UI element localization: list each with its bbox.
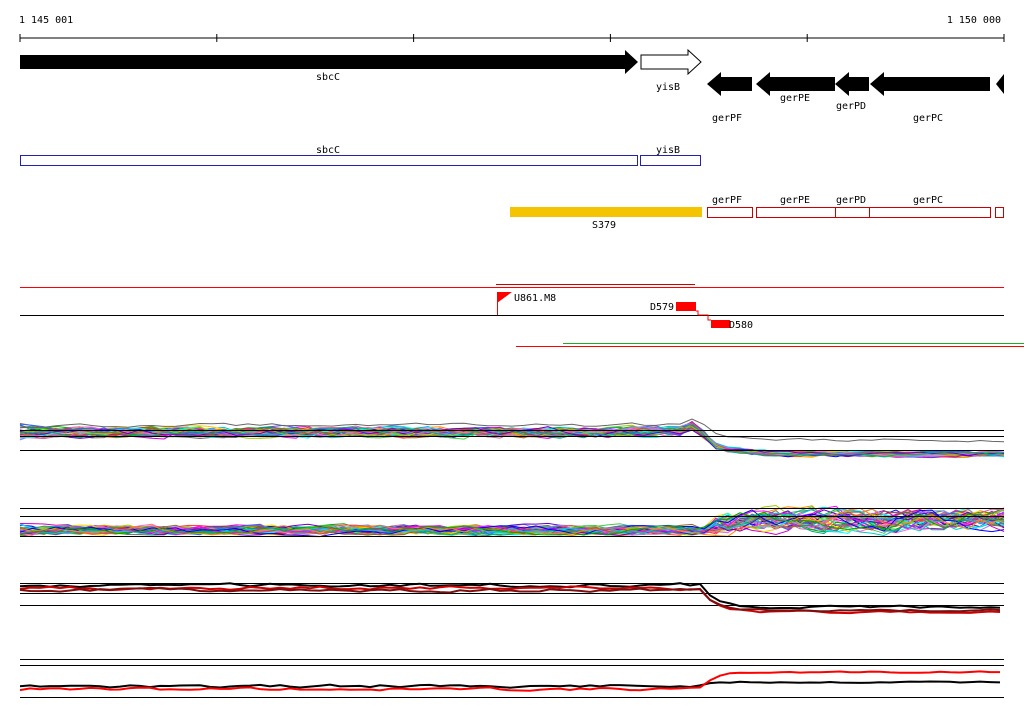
terminator-a-label: D579 <box>650 302 674 313</box>
operon-label: S379 <box>592 220 616 231</box>
expression-panel-forward <box>19 418 1005 459</box>
ruler-start-label: 1 145 001 <box>19 15 73 26</box>
cds-minus-label-gerpc: gerPC <box>913 195 943 206</box>
gene-arrow-partial[interactable] <box>996 74 1004 94</box>
summary-series-line <box>19 582 1001 610</box>
expression-summary-forward <box>19 582 1004 615</box>
cds-plus-label-sbcc: sbcC <box>316 145 340 156</box>
cds-plus-box-sbcc[interactable] <box>20 155 638 166</box>
feature-track: U861.M8 D579 D580 <box>20 284 1024 347</box>
gene-arrow-gerpf[interactable] <box>707 72 752 96</box>
cds-plus-box-yisb[interactable] <box>640 155 701 166</box>
gene-arrow-sbcc[interactable] <box>20 50 638 74</box>
ruler-end-label: 1 150 000 <box>947 15 1001 26</box>
cds-minus-box-partial[interactable] <box>995 207 1004 218</box>
gene-label-yisb: yisB <box>656 82 680 93</box>
terminator-b-label: D580 <box>729 320 753 331</box>
cds-minus-label-gerpe: gerPE <box>780 195 810 206</box>
cds-minus-box-gerpf[interactable] <box>707 207 753 218</box>
terminator-a-block[interactable] <box>676 302 696 311</box>
summary-series-line <box>19 680 1001 689</box>
promoter-flag[interactable] <box>497 292 512 315</box>
cds-minus-track: S379 gerPF gerPE gerPD gerPC <box>510 195 1004 231</box>
cds-minus-label-gerpd: gerPD <box>836 195 866 206</box>
gene-label-gerpd: gerPD <box>836 101 866 112</box>
gene-label-gerpc: gerPC <box>913 113 943 124</box>
operon-bar[interactable] <box>510 207 702 217</box>
terminator-b-block[interactable] <box>711 320 730 328</box>
cds-plus-label-yisb: yisB <box>656 145 680 156</box>
expression-summary-reverse <box>19 659 1004 698</box>
cds-minus-label-gerpf: gerPF <box>712 195 742 206</box>
gene-label-gerpe: gerPE <box>780 93 810 104</box>
gene-label-sbcc: sbcC <box>316 72 340 83</box>
gene-track: sbcC yisB gerPF gerPE gerPD gerPC <box>20 48 1004 124</box>
coordinate-ruler: 1 145 001 1 150 000 <box>19 15 1005 42</box>
promoter-flag-icon <box>497 292 512 303</box>
gene-arrow-gerpd[interactable] <box>835 72 869 96</box>
genome-browser-view: 1 145 001 1 150 000 sbcC yisB gerPF gerP… <box>19 15 1024 698</box>
expression-panel-reverse <box>19 504 1005 538</box>
summary-series-line <box>19 586 1001 613</box>
promoter-label: U861.M8 <box>514 293 556 304</box>
gene-label-gerpf: gerPF <box>712 113 742 124</box>
cds-minus-box-gerpe[interactable] <box>756 207 836 218</box>
gene-arrow-yisb[interactable] <box>640 48 702 76</box>
gene-arrow-gerpc[interactable] <box>870 72 990 96</box>
cds-plus-track: sbcC yisB <box>20 145 701 166</box>
cds-minus-box-gerpd[interactable] <box>835 207 870 218</box>
cds-minus-box-gerpc[interactable] <box>869 207 991 218</box>
